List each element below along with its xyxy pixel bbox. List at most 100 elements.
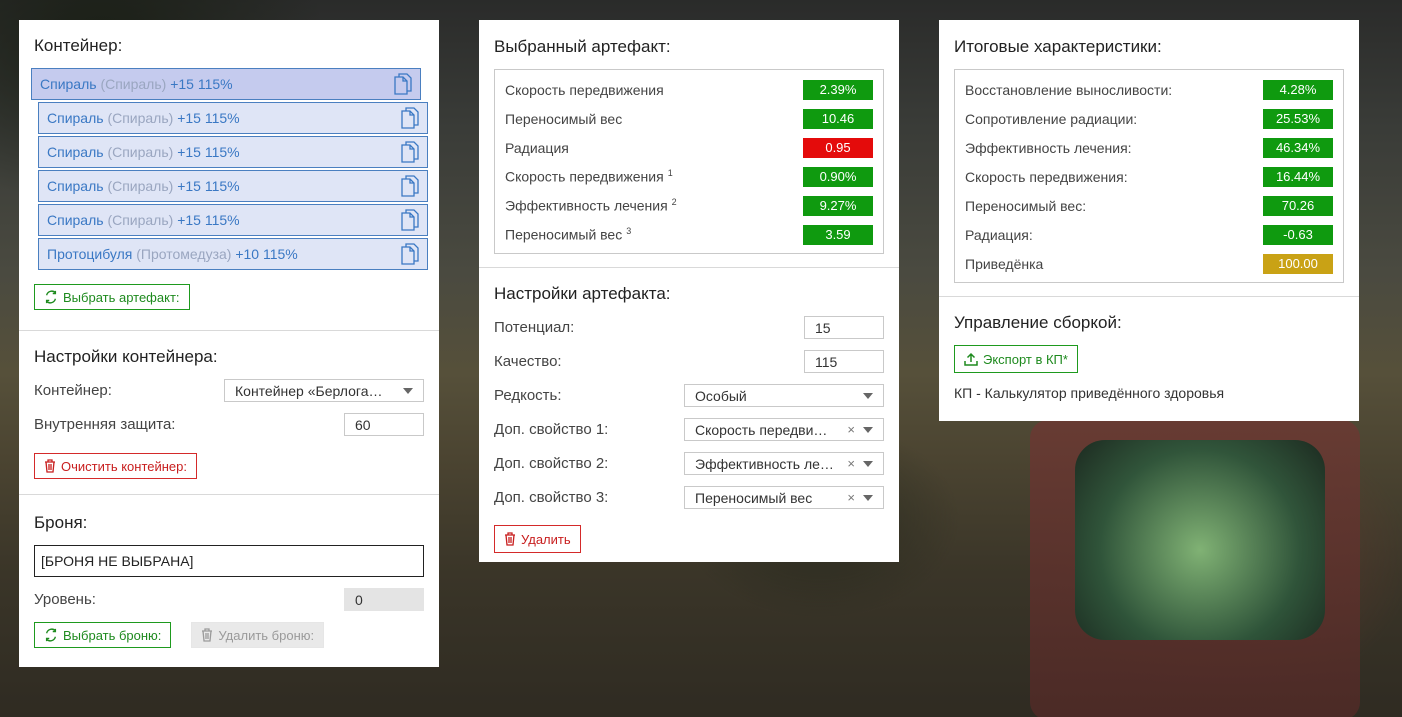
copy-icon[interactable] <box>401 107 419 129</box>
artifact-list-item[interactable]: Спираль (Спираль) +15 115% <box>31 68 421 100</box>
stat-label: Скорость передвижения <box>505 168 664 185</box>
selected-artifact-title: Выбранный артефакт: <box>494 37 671 56</box>
copy-icon[interactable] <box>401 209 419 231</box>
artifact-value: +10 115% <box>235 246 298 262</box>
stat-label: Сопротивление радиации: <box>965 110 1138 127</box>
rarity-select[interactable]: Особый <box>684 384 884 407</box>
stat-row: Сопротивление радиации: 25.53% <box>965 104 1333 133</box>
artifact-subname: (Спираль) <box>107 110 174 126</box>
select-armor-button[interactable]: Выбрать броню: <box>34 622 172 648</box>
container-select[interactable]: Контейнер «Берлога… <box>224 379 424 402</box>
level-label: Уровень: <box>34 591 96 608</box>
chevron-down-icon <box>863 392 873 399</box>
select-artifact-button[interactable]: Выбрать артефакт: <box>34 284 190 310</box>
stat-label-wrap: Радиация <box>505 140 569 156</box>
stat-value: 4.28% <box>1263 79 1333 100</box>
select-artifact-label: Выбрать артефакт: <box>63 289 180 305</box>
trash-icon <box>505 532 515 546</box>
copy-icon[interactable] <box>401 141 419 163</box>
totals-stats: Восстановление выносливости: 4.28% Сопроти… <box>954 69 1344 283</box>
artifact-list-item[interactable]: Спираль (Спираль) +15 115% <box>38 170 428 202</box>
delete-artifact-button[interactable]: Удалить <box>494 525 581 553</box>
copy-icon[interactable] <box>401 243 419 265</box>
stat-value: 100.00 <box>1263 253 1333 274</box>
inner-protection-row: Внутренняя защита: 60 <box>34 413 424 436</box>
artifact-list-item[interactable]: Спираль (Спираль) +15 115% <box>38 102 428 134</box>
artifact-text: Спираль (Спираль) +15 115% <box>40 76 233 92</box>
stat-value: 0.90% <box>803 166 873 187</box>
export-button[interactable]: Экспорт в КП* <box>954 345 1078 373</box>
stat-row: Восстановление выносливости: 4.28% <box>965 75 1333 104</box>
selected-artifact-section: Выбранный артефакт: Скорость передвижени… <box>479 20 899 268</box>
potential-input[interactable]: 15 <box>804 316 884 339</box>
quality-label: Качество: <box>494 353 562 370</box>
stat-row: Переносимый вес 3 3.59 <box>505 220 873 249</box>
clear-icon[interactable]: × <box>847 456 855 471</box>
container-title: Контейнер: <box>34 36 123 55</box>
artifact-subname: (Спираль) <box>107 144 174 160</box>
extra3-select[interactable]: Переносимый вес × <box>684 486 884 509</box>
artifact-text: Спираль (Спираль) +15 115% <box>47 110 240 126</box>
armor-field[interactable]: [БРОНЯ НЕ ВЫБРАНА] <box>34 545 424 577</box>
upload-icon <box>964 352 978 366</box>
chevron-down-icon <box>863 494 873 501</box>
totals-title: Итоговые характеристики: <box>954 37 1162 56</box>
extra2-select[interactable]: Эффективность ле… × <box>684 452 884 475</box>
artifact-value: +15 115% <box>170 76 233 92</box>
artifact-name: Спираль <box>47 212 104 228</box>
stat-label: Переносимый вес <box>505 110 623 127</box>
container-settings-title: Настройки контейнера: <box>34 347 218 366</box>
clear-container-label: Очистить контейнер: <box>61 458 187 474</box>
stat-value: 0.95 <box>803 137 873 158</box>
extra1-select[interactable]: Скорость передви… × <box>684 418 884 441</box>
stat-row: Скорость передвижения 2.39% <box>505 75 873 104</box>
select-armor-label: Выбрать броню: <box>63 627 162 643</box>
inner-protection-label: Внутренняя защита: <box>34 416 176 433</box>
trash-icon <box>45 459 55 473</box>
delete-artifact-label: Удалить <box>521 531 571 547</box>
stat-label-wrap: Переносимый вес: <box>965 198 1086 214</box>
delete-armor-button[interactable]: Удалить броню: <box>191 622 325 648</box>
artifact-value: +15 115% <box>177 212 240 228</box>
rarity-label: Редкость: <box>494 387 562 404</box>
artifact-name: Спираль <box>47 110 104 126</box>
potential-label: Потенциал: <box>494 319 575 336</box>
stat-row: Приведёнка 100.00 <box>965 249 1333 278</box>
trash-icon <box>202 628 213 642</box>
artifact-value: +15 115% <box>177 178 240 194</box>
artifact-stats: Скорость передвижения 2.39% Переносимый ве… <box>494 69 884 254</box>
stat-label-wrap: Эффективность лечения 2 <box>505 197 677 214</box>
artifact-subname: (Спираль) <box>107 212 174 228</box>
rarity-row: Редкость: Особый <box>494 384 884 407</box>
stat-label-wrap: Приведёнка <box>965 256 1043 272</box>
stat-label-wrap: Скорость передвижения <box>505 82 664 98</box>
rarity-select-value: Особый <box>695 387 747 404</box>
clear-container-button[interactable]: Очистить контейнер: <box>34 453 197 479</box>
totals-panel: Итоговые характеристики: Восстановление … <box>939 20 1359 421</box>
stat-label: Эффективность лечения: <box>965 139 1132 156</box>
stat-row: Радиация 0.95 <box>505 133 873 162</box>
quality-input[interactable]: 115 <box>804 350 884 373</box>
artifact-list-item[interactable]: Спираль (Спираль) +15 115% <box>38 136 428 168</box>
copy-icon[interactable] <box>394 73 412 95</box>
background-radar-screen <box>1075 440 1325 640</box>
clear-icon[interactable]: × <box>847 422 855 437</box>
inner-protection-value: 60 <box>355 416 371 433</box>
stat-footnote-mark: 1 <box>667 168 673 179</box>
artifact-name: Протоцибуля <box>47 246 133 262</box>
copy-icon[interactable] <box>401 175 419 197</box>
inner-protection-input[interactable]: 60 <box>344 413 424 436</box>
level-value: 0 <box>355 591 363 608</box>
refresh-icon <box>45 290 57 304</box>
level-input[interactable]: 0 <box>344 588 424 611</box>
artifact-list-item[interactable]: Спираль (Спираль) +15 115% <box>38 204 428 236</box>
artifact-subname: (Спираль) <box>107 178 174 194</box>
stat-label-wrap: Эффективность лечения: <box>965 140 1132 156</box>
stat-row: Эффективность лечения: 46.34% <box>965 133 1333 162</box>
clear-icon[interactable]: × <box>847 490 855 505</box>
container-label: Контейнер: <box>34 382 112 399</box>
artifact-list-item[interactable]: Протоцибуля (Протомедуза) +10 115% <box>38 238 428 270</box>
extra2-label: Доп. свойство 2: <box>494 455 609 472</box>
stat-value: 3.59 <box>803 224 873 245</box>
stat-value: 10.46 <box>803 108 873 129</box>
